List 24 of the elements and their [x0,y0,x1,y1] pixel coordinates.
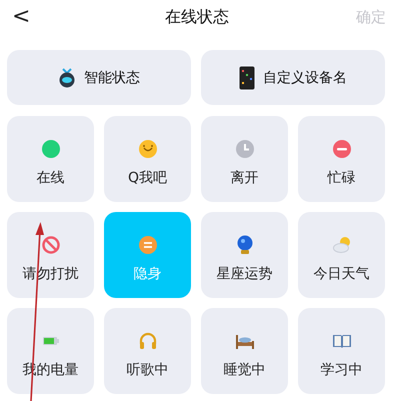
quick-action-button[interactable]: 智能状态 [7,50,191,105]
headphones-icon [138,331,158,351]
equals-icon [138,235,158,255]
phone-icon [239,66,255,90]
status-tile[interactable]: 离开 [201,116,288,202]
status-tile[interactable]: 睡觉中 [201,308,288,394]
dot-icon [40,139,60,159]
status-tile[interactable]: 今日天气 [298,212,385,298]
page-title: 在线状态 [165,6,229,28]
cloud-sun-icon [332,235,352,255]
status-tile[interactable]: 听歌中 [104,308,191,394]
crystal-ball-icon [234,235,254,255]
back-button[interactable]: < [8,6,34,28]
smiley-icon [138,139,158,159]
status-tile[interactable]: 学习中 [298,308,385,394]
robot-icon [58,68,76,88]
minus-icon [332,139,352,159]
status-tile[interactable]: 在线 [7,116,94,202]
clock-icon [234,139,254,159]
status-tile[interactable]: 忙碌 [298,116,385,202]
quick-action-button[interactable]: 自定义设备名 [201,50,385,105]
status-tile[interactable]: 星座运势 [201,212,288,298]
prohibited-icon [40,235,60,255]
status-tile[interactable]: Q我吧 [104,116,191,202]
